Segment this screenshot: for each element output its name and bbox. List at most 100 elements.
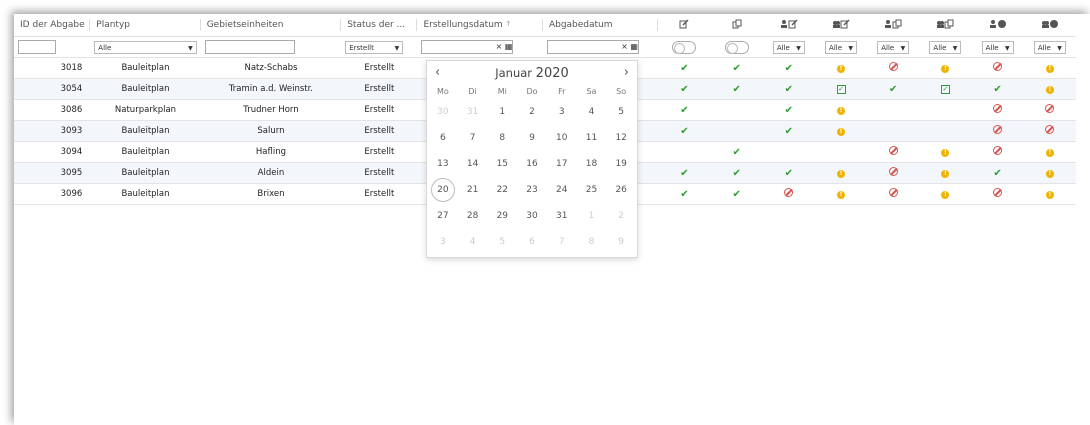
forbidden-icon: [993, 104, 1003, 113]
next-month-button[interactable]: ›: [624, 65, 629, 80]
col-header-copy[interactable]: [710, 14, 763, 37]
cell-status-icon: [971, 141, 1024, 163]
check-icon: ✔: [784, 167, 794, 179]
dropdown-arrow-icon: ▼: [848, 44, 854, 52]
plantyp-filter-select[interactable]: Alle ▼: [94, 40, 197, 54]
gebiet-filter-input[interactable]: [204, 40, 295, 54]
dropdown-arrow-icon: ▼: [952, 44, 958, 52]
day-cell[interactable]: 3: [547, 99, 577, 125]
day-cell[interactable]: 8: [487, 125, 517, 151]
day-cell[interactable]: 1: [577, 203, 607, 229]
day-number: 3: [558, 107, 565, 117]
status-filter-select[interactable]: Erstellt ▼: [345, 40, 404, 54]
cell-status-icon: !: [1023, 141, 1076, 163]
day-number: 16: [526, 159, 538, 169]
day-cell[interactable]: 31: [547, 203, 577, 229]
user-copy-filter-select[interactable]: Alle ▼: [877, 40, 910, 54]
day-cell[interactable]: 2: [517, 99, 547, 125]
cell-status: Erstellt: [341, 183, 418, 205]
clear-icon[interactable]: ×: [496, 42, 503, 51]
day-cell[interactable]: 25: [577, 177, 607, 203]
col-header-group-copy[interactable]: [919, 14, 972, 37]
warning-icon: !: [1045, 149, 1054, 157]
cell-id: 3086: [14, 99, 91, 121]
day-cell[interactable]: 4: [577, 99, 607, 125]
col-header-plantyp[interactable]: Plantyp: [90, 14, 201, 37]
col-header-user-copy[interactable]: [867, 14, 920, 37]
col-header-edit[interactable]: [658, 14, 711, 37]
col-header-status[interactable]: Status der ...: [341, 14, 418, 37]
day-cell[interactable]: 29: [487, 203, 517, 229]
cell-status-icon: ✔: [710, 162, 763, 184]
user-edit-filter-select[interactable]: Alle ▼: [772, 40, 805, 54]
day-cell[interactable]: 6: [517, 229, 547, 255]
day-cell[interactable]: 21: [458, 177, 488, 203]
calendar-icon[interactable]: ▦: [630, 42, 638, 51]
cell-status: Erstellt: [341, 141, 418, 163]
day-cell[interactable]: 26: [606, 177, 636, 203]
cell-status-icon: !: [919, 162, 972, 184]
cell-gebiet: Aldein: [200, 162, 342, 184]
cell-status-icon: !: [1023, 162, 1076, 184]
col-header-group-edit[interactable]: [814, 14, 868, 37]
day-cell[interactable]: 1: [487, 99, 517, 125]
erstellungsdatum-filter-input[interactable]: × ▦: [421, 40, 514, 54]
day-cell[interactable]: 2: [606, 203, 636, 229]
user-status-filter-select[interactable]: Alle ▼: [981, 40, 1014, 54]
abgabedatum-filter-input[interactable]: × ▦: [546, 40, 639, 54]
day-cell[interactable]: 24: [547, 177, 577, 203]
day-cell[interactable]: 28: [458, 203, 488, 229]
day-cell[interactable]: 9: [606, 229, 636, 255]
day-cell-today[interactable]: 20: [428, 177, 458, 203]
group-copy-filter-select[interactable]: Alle ▼: [929, 40, 962, 54]
check-icon: ✔: [680, 104, 689, 116]
edit-filter-toggle[interactable]: [672, 40, 697, 54]
group-status-filter-select[interactable]: Alle ▼: [1033, 40, 1066, 54]
day-cell[interactable]: 15: [487, 151, 517, 177]
select-value: Alle: [933, 43, 947, 52]
col-header-gebiet[interactable]: Gebietseinheiten: [200, 14, 342, 37]
day-cell[interactable]: 19: [606, 151, 636, 177]
col-header-id[interactable]: ID der Abgabe: [14, 14, 91, 37]
day-cell[interactable]: 27: [428, 203, 458, 229]
day-cell[interactable]: 13: [428, 151, 458, 177]
group-edit-filter-select[interactable]: Alle ▼: [825, 40, 858, 54]
day-cell[interactable]: 17: [547, 151, 577, 177]
cell-gebiet: Salurn: [200, 120, 342, 142]
day-cell[interactable]: 11: [577, 125, 607, 151]
col-header-erstellungsdatum[interactable]: Erstellungsdatum ↑: [417, 14, 543, 37]
day-cell[interactable]: 10: [547, 125, 577, 151]
calendar-icon[interactable]: ▦: [505, 42, 513, 51]
clear-icon[interactable]: ×: [621, 42, 628, 51]
weekday-label: Sa: [586, 87, 597, 96]
day-cell[interactable]: 7: [458, 125, 488, 151]
forbidden-icon: [993, 188, 1003, 197]
cell-status: Erstellt: [341, 99, 418, 121]
day-cell[interactable]: 8: [577, 229, 607, 255]
day-cell[interactable]: 16: [517, 151, 547, 177]
col-header-group-status[interactable]: [1023, 14, 1076, 37]
day-cell[interactable]: 4: [458, 229, 488, 255]
day-cell[interactable]: 5: [606, 99, 636, 125]
day-cell[interactable]: 5: [487, 229, 517, 255]
date-picker: ‹ Januar 2020 › Mo Di Mi Do Fr Sa So 30 31 1 2 3 4 5…: [426, 60, 638, 258]
day-cell[interactable]: 14: [458, 151, 488, 177]
day-cell[interactable]: 12: [606, 125, 636, 151]
day-cell[interactable]: 30: [517, 203, 547, 229]
id-filter-input[interactable]: [18, 40, 56, 54]
col-header-abgabedatum[interactable]: Abgabedatum: [542, 14, 659, 37]
day-cell[interactable]: 3: [428, 229, 458, 255]
day-cell[interactable]: 31: [458, 99, 488, 125]
col-header-user-edit[interactable]: [762, 14, 815, 37]
day-cell[interactable]: 30: [428, 99, 458, 125]
day-cell[interactable]: 23: [517, 177, 547, 203]
col-header-user-status[interactable]: [971, 14, 1024, 37]
day-cell[interactable]: 18: [577, 151, 607, 177]
day-number: 10: [556, 133, 568, 143]
day-cell[interactable]: 9: [517, 125, 547, 151]
day-cell[interactable]: 7: [547, 229, 577, 255]
copy-filter-toggle[interactable]: [724, 40, 749, 54]
day-cell[interactable]: 22: [487, 177, 517, 203]
day-cell[interactable]: 6: [428, 125, 458, 151]
check-icon: ✔: [784, 125, 794, 137]
